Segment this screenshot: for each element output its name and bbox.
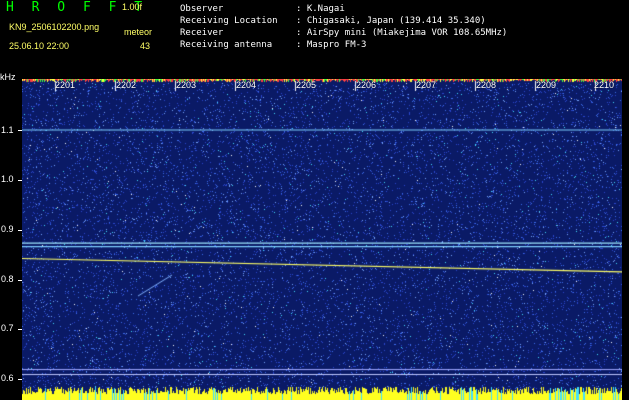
y-tick-label: 1.1	[1, 125, 14, 135]
x-tick-label: 2208	[476, 80, 497, 90]
y-tick-mark	[18, 280, 22, 281]
info-value-receiver: : AirSpy mini (Miakejima VOR 108.65MHz)	[296, 28, 508, 38]
x-tick-label: 2206	[356, 80, 377, 90]
y-tick-mark	[18, 379, 22, 380]
meteor-count: 43	[140, 41, 151, 51]
datetime-label: 25.06.10 22:00	[9, 41, 70, 51]
version-label: 1.00f	[122, 2, 143, 12]
info-values: : K.Nagai : Chigasaki, Japan (139.414 35…	[296, 3, 507, 51]
y-tick-mark	[18, 180, 22, 181]
y-tick-mark	[18, 230, 22, 231]
info-labels: Observer Receiving Location Receiver Rec…	[180, 3, 278, 51]
x-tick-label: 2207	[416, 80, 437, 90]
x-tick-label: 2210	[594, 80, 615, 90]
x-tick-label: 2205	[296, 80, 317, 90]
x-tick-label: 2203	[176, 80, 197, 90]
file-name-label: KN9_2506102200.png	[9, 22, 100, 32]
info-value-observer: : K.Nagai	[296, 4, 345, 14]
y-tick-mark	[18, 329, 22, 330]
y-tick-label: 1.0	[1, 174, 14, 184]
info-value-antenna: : Maspro FM-3	[296, 40, 367, 50]
y-axis-unit-label: kHz	[0, 72, 16, 82]
y-tick-label: 0.7	[1, 323, 14, 333]
x-tick-label: 2201	[55, 80, 76, 90]
meteor-label: meteor	[124, 27, 153, 37]
info-key-antenna: Receiving antenna	[180, 40, 273, 50]
x-tick-label: 2204	[236, 80, 257, 90]
spectrogram-canvas	[22, 79, 622, 400]
info-key-observer: Observer	[180, 4, 224, 14]
y-tick-label: 0.8	[1, 274, 14, 284]
info-key-receiver: Receiver	[180, 28, 224, 38]
x-tick-label: 2202	[116, 80, 137, 90]
y-tick-mark	[18, 130, 22, 131]
hrofft-window: H R O F F T 1.00f KN9_2506102200.png 25.…	[0, 0, 629, 400]
y-tick-label: 0.6	[1, 373, 14, 383]
info-key-location: Receiving Location	[180, 16, 278, 26]
info-value-location: : Chigasaki, Japan (139.414 35.340)	[296, 16, 486, 26]
y-tick-label: 0.9	[1, 224, 14, 234]
x-tick-label: 2209	[536, 80, 557, 90]
